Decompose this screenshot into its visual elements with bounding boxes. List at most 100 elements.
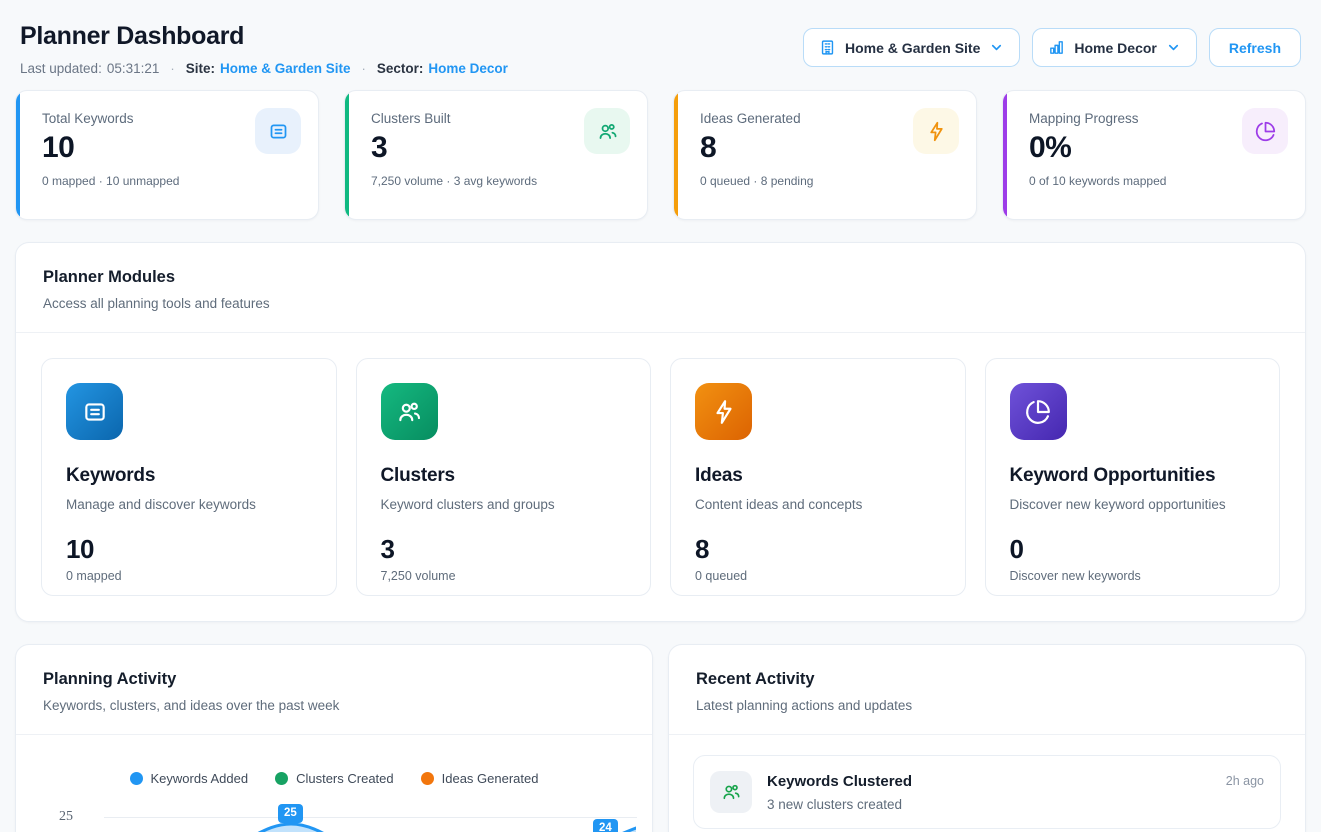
module-title: Clusters xyxy=(381,465,627,487)
module-title: Keywords xyxy=(66,465,312,487)
planner-dashboard-page: Planner Dashboard Last updated: 05:31:21… xyxy=(0,0,1321,832)
legend-dot xyxy=(421,772,434,785)
module-stat-label: 0 queued xyxy=(695,569,941,583)
header-left: Planner Dashboard Last updated: 05:31:21… xyxy=(20,22,508,76)
last-updated-value: 05:31:21 xyxy=(107,61,160,76)
users-icon xyxy=(381,383,438,440)
page-header: Planner Dashboard Last updated: 05:31:21… xyxy=(15,0,1306,76)
recent-activity-panel: Recent Activity Latest planning actions … xyxy=(668,644,1306,832)
legend-item-keywords-added[interactable]: Keywords Added xyxy=(130,771,249,786)
section-subtitle: Latest planning actions and updates xyxy=(696,698,1278,713)
sector-link[interactable]: Home Decor xyxy=(428,61,508,76)
planner-modules-panel: Planner Modules Access all planning tool… xyxy=(15,242,1306,622)
data-point-label-24: 24 xyxy=(593,819,618,832)
module-description: Manage and discover keywords xyxy=(66,497,312,512)
stat-accent-stripe xyxy=(345,91,349,219)
module-stat-value: 0 xyxy=(1010,534,1256,565)
site-link[interactable]: Home & Garden Site xyxy=(220,61,351,76)
bar-chart-icon xyxy=(1048,39,1065,56)
module-stat-label: 0 mapped xyxy=(66,569,312,583)
bolt-icon xyxy=(695,383,752,440)
section-title: Planner Modules xyxy=(43,268,1278,287)
activity-item-title: Keywords Clustered xyxy=(767,771,1226,790)
planning-activity-header: Planning Activity Keywords, clusters, an… xyxy=(16,645,652,735)
section-subtitle: Access all planning tools and features xyxy=(43,296,1278,311)
stat-subtext: 0 queued · 8 pending xyxy=(700,174,956,188)
stat-subtext: 0 mapped · 10 unmapped xyxy=(42,174,298,188)
pie-chart-icon xyxy=(1242,108,1288,154)
separator-dot: · xyxy=(170,61,174,76)
header-meta-row: Last updated: 05:31:21 · Site: Home & Ga… xyxy=(20,61,508,76)
data-point-label-25: 25 xyxy=(278,804,303,823)
planning-activity-panel: Planning Activity Keywords, clusters, an… xyxy=(15,644,653,832)
last-updated-label: Last updated: xyxy=(20,61,102,76)
chevron-down-icon xyxy=(1166,40,1181,55)
module-title: Ideas xyxy=(695,465,941,487)
module-stat-value: 10 xyxy=(66,534,312,565)
stat-accent-stripe xyxy=(1003,91,1007,219)
refresh-button[interactable]: Refresh xyxy=(1209,28,1301,67)
legend-item-ideas-generated[interactable]: Ideas Generated xyxy=(421,771,539,786)
sector-selector-label: Home Decor xyxy=(1074,40,1156,56)
site-label: Site: xyxy=(186,61,215,76)
legend-label: Clusters Created xyxy=(296,771,394,786)
module-stat-label: 7,250 volume xyxy=(381,569,627,583)
section-title: Planning Activity xyxy=(43,670,625,689)
legend-label: Keywords Added xyxy=(151,771,249,786)
site-selector-button[interactable]: Home & Garden Site xyxy=(803,28,1020,67)
y-axis-tick-25: 25 xyxy=(59,809,73,825)
module-card-keyword-opportunities[interactable]: Keyword Opportunities Discover new keywo… xyxy=(985,358,1281,596)
module-card-clusters[interactable]: Clusters Keyword clusters and groups 3 7… xyxy=(356,358,652,596)
stat-card-total-keywords: Total Keywords 10 0 mapped · 10 unmapped xyxy=(15,90,319,220)
stat-accent-stripe xyxy=(674,91,678,219)
building-icon xyxy=(819,39,836,56)
page-title: Planner Dashboard xyxy=(20,22,508,51)
legend-dot xyxy=(275,772,288,785)
site-selector-label: Home & Garden Site xyxy=(845,40,980,56)
recent-activity-list: Keywords Clustered 3 new clusters create… xyxy=(669,735,1305,832)
legend-label: Ideas Generated xyxy=(442,771,539,786)
section-title: Recent Activity xyxy=(696,670,1278,689)
planner-modules-header: Planner Modules Access all planning tool… xyxy=(16,243,1305,333)
module-title: Keyword Opportunities xyxy=(1010,465,1256,487)
module-stat-label: Discover new keywords xyxy=(1010,569,1256,583)
stat-card-clusters-built: Clusters Built 3 7,250 volume · 3 avg ke… xyxy=(344,90,648,220)
chart-legend: Keywords Added Clusters Created Ideas Ge… xyxy=(16,735,652,786)
activity-item-time: 2h ago xyxy=(1226,771,1264,788)
module-card-ideas[interactable]: Ideas Content ideas and concepts 8 0 que… xyxy=(670,358,966,596)
module-stat-value: 3 xyxy=(381,534,627,565)
legend-dot xyxy=(130,772,143,785)
stat-cards-row: Total Keywords 10 0 mapped · 10 unmapped… xyxy=(15,90,1306,220)
legend-item-clusters-created[interactable]: Clusters Created xyxy=(275,771,394,786)
separator-dot: · xyxy=(362,61,366,76)
chevron-down-icon xyxy=(989,40,1004,55)
stat-subtext: 7,250 volume · 3 avg keywords xyxy=(371,174,627,188)
users-icon xyxy=(584,108,630,154)
pie-chart-icon xyxy=(1010,383,1067,440)
header-toolbar: Home & Garden Site Home Decor Refresh xyxy=(803,28,1301,67)
stat-subtext: 0 of 10 keywords mapped xyxy=(1029,174,1285,188)
stat-accent-stripe xyxy=(16,91,20,219)
sector-label: Sector: xyxy=(377,61,424,76)
activity-item-description: 3 new clusters created xyxy=(767,797,1226,812)
recent-activity-header: Recent Activity Latest planning actions … xyxy=(669,645,1305,735)
module-description: Content ideas and concepts xyxy=(695,497,941,512)
bottom-row: Planning Activity Keywords, clusters, an… xyxy=(15,644,1306,832)
document-icon xyxy=(66,383,123,440)
sector-selector-button[interactable]: Home Decor xyxy=(1032,28,1196,67)
planning-activity-chart: Keywords Added Clusters Created Ideas Ge… xyxy=(16,735,652,832)
activity-item-body: Keywords Clustered 3 new clusters create… xyxy=(767,771,1226,812)
users-icon xyxy=(710,771,752,813)
module-description: Keyword clusters and groups xyxy=(381,497,627,512)
stat-card-ideas-generated: Ideas Generated 8 0 queued · 8 pending xyxy=(673,90,977,220)
refresh-button-label: Refresh xyxy=(1229,40,1281,56)
module-stat-value: 8 xyxy=(695,534,941,565)
keywords-added-area-line xyxy=(91,797,636,832)
module-description: Discover new keyword opportunities xyxy=(1010,497,1256,512)
activity-item-keywords-clustered[interactable]: Keywords Clustered 3 new clusters create… xyxy=(693,755,1281,829)
bolt-icon xyxy=(913,108,959,154)
stat-card-mapping-progress: Mapping Progress 0% 0 of 10 keywords map… xyxy=(1002,90,1306,220)
modules-grid: Keywords Manage and discover keywords 10… xyxy=(16,333,1305,621)
module-card-keywords[interactable]: Keywords Manage and discover keywords 10… xyxy=(41,358,337,596)
section-subtitle: Keywords, clusters, and ideas over the p… xyxy=(43,698,625,713)
